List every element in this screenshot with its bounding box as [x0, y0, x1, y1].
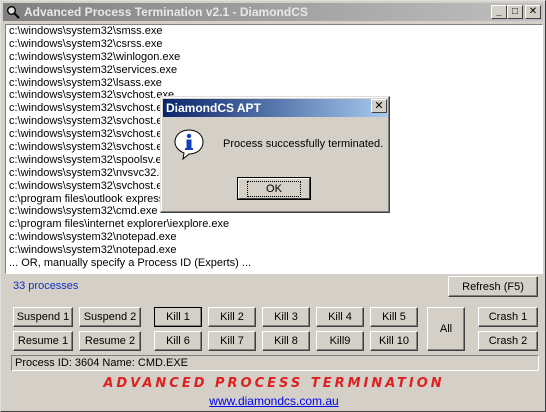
refresh-button[interactable]: Refresh (F5): [448, 276, 538, 297]
magnifier-icon: [5, 4, 21, 20]
ok-button-label: OK: [247, 180, 301, 197]
process-count: 33 processes: [13, 280, 79, 292]
maximize-button[interactable]: □: [507, 5, 523, 19]
crash-2-button[interactable]: Crash 2: [478, 331, 538, 351]
kill-9-button[interactable]: Kill9: [316, 331, 364, 351]
close-button[interactable]: ✕: [525, 5, 541, 19]
dialog-title: DiamondCS APT: [166, 101, 261, 115]
dialog-close-button[interactable]: ✕: [371, 99, 387, 113]
ok-button[interactable]: OK: [237, 177, 311, 200]
resume-1-button[interactable]: Resume 1: [13, 331, 73, 351]
kill-7-button[interactable]: Kill 7: [208, 331, 256, 351]
status-bar: Process ID: 3604 Name: CMD.EXE: [11, 355, 539, 371]
minimize-button[interactable]: _: [491, 5, 507, 19]
process-list-item[interactable]: c:\program files\internet explorer\iexpl…: [6, 218, 542, 231]
resume-2-button[interactable]: Resume 2: [79, 331, 141, 351]
process-list-item[interactable]: ... OR, manually specify a Process ID (E…: [6, 257, 542, 270]
kill-10-button[interactable]: Kill 10: [370, 331, 418, 351]
process-list-item[interactable]: c:\windows\system32\winlogon.exe: [6, 51, 542, 64]
process-list-item[interactable]: c:\windows\system32\services.exe: [6, 64, 542, 77]
process-list-item[interactable]: c:\windows\system32\csrss.exe: [6, 38, 542, 51]
kill-5-button[interactable]: Kill 5: [370, 307, 418, 327]
title-bar[interactable]: Advanced Process Termination v2.1 - Diam…: [3, 3, 543, 21]
process-list-item[interactable]: c:\windows\system32\notepad.exe: [6, 244, 542, 257]
kill-4-button[interactable]: Kill 4: [316, 307, 364, 327]
kill-6-button[interactable]: Kill 6: [154, 331, 202, 351]
brand-banner: ADVANCED PROCESS TERMINATION: [103, 376, 445, 391]
main-window: Advanced Process Termination v2.1 - Diam…: [0, 0, 546, 412]
crash-1-button[interactable]: Crash 1: [478, 307, 538, 327]
kill-8-button[interactable]: Kill 8: [262, 331, 310, 351]
suspend-2-button[interactable]: Suspend 2: [79, 307, 141, 327]
kill-1-button[interactable]: Kill 1: [154, 307, 202, 327]
info-icon: [173, 128, 205, 161]
dialog-title-bar[interactable]: DiamondCS APT: [163, 99, 387, 117]
process-list-item[interactable]: c:\windows\system32\notepad.exe: [6, 231, 542, 244]
process-list-item[interactable]: c:\windows\system32\smss.exe: [6, 25, 542, 38]
kill-2-button[interactable]: Kill 2: [208, 307, 256, 327]
process-list-item[interactable]: c:\windows\system32\lsass.exe: [6, 77, 542, 90]
message-dialog: DiamondCS APT ✕ Process successfully ter…: [160, 96, 390, 213]
window-title: Advanced Process Termination v2.1 - Diam…: [24, 5, 308, 19]
kill-all-button[interactable]: All: [427, 307, 465, 351]
suspend-1-button[interactable]: Suspend 1: [13, 307, 73, 327]
website-link[interactable]: www.diamondcs.com.au: [1, 394, 546, 408]
kill-3-button[interactable]: Kill 3: [262, 307, 310, 327]
dialog-message: Process successfully terminated.: [223, 138, 384, 150]
